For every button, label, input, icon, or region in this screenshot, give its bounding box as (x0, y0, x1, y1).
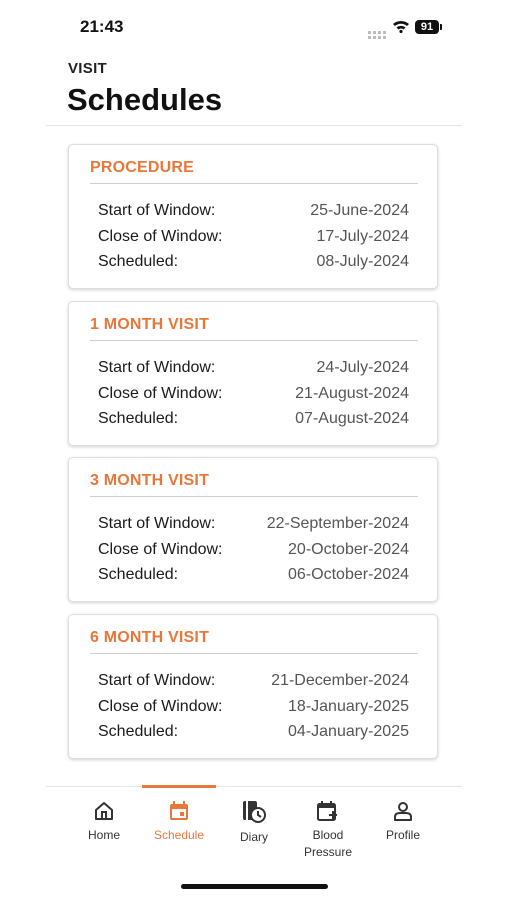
scheduled-row: Scheduled: 06-October-2024 (98, 566, 409, 588)
row-label: Close of Window: (98, 228, 223, 245)
status-time: 21:43 (80, 17, 124, 36)
card-divider (90, 653, 418, 654)
cellular-signal-icon (368, 26, 388, 44)
tab-active-indicator (142, 785, 216, 788)
person-icon (366, 800, 440, 822)
row-label: Start of Window: (98, 359, 216, 376)
calendar-plus-icon (291, 800, 365, 822)
tab-profile[interactable]: Profile (366, 800, 440, 844)
visit-card-title: 3 MONTH VISIT (90, 472, 210, 489)
scheduled-row: Scheduled: 07-August-2024 (98, 410, 409, 432)
tab-home[interactable]: Home (67, 800, 141, 844)
row-value: 22-September-2024 (266, 515, 409, 532)
tab-label: Diary (239, 830, 268, 844)
start-of-window-row: Start of Window: 21-December-2024 (98, 672, 409, 694)
card-divider (90, 496, 418, 497)
row-label: Close of Window: (98, 385, 223, 402)
diary-clock-icon (217, 800, 291, 824)
home-indicator[interactable] (181, 884, 328, 889)
row-value: 20-October-2024 (288, 541, 409, 558)
row-value: 21-December-2024 (271, 672, 409, 689)
battery-icon: 91 (415, 20, 439, 34)
tab-label: Schedule (153, 828, 205, 842)
visit-card-procedure[interactable]: PROCEDURE Start of Window: 25-June-2024 … (68, 144, 438, 289)
start-of-window-row: Start of Window: 25-June-2024 (98, 202, 409, 224)
scheduled-row: Scheduled: 04-January-2025 (98, 723, 409, 745)
card-divider (90, 340, 418, 341)
card-divider (90, 183, 418, 184)
page-subtitle: VISIT (68, 60, 108, 77)
row-label: Scheduled: (98, 723, 179, 740)
wifi-icon (392, 19, 410, 38)
visit-card-title: 1 MONTH VISIT (90, 316, 210, 333)
row-value: 17-July-2024 (316, 228, 410, 245)
row-label: Scheduled: (98, 410, 179, 427)
tab-blood-pressure[interactable]: Blood Pressure (291, 800, 365, 861)
calendar-icon (142, 800, 216, 822)
status-bar: 21:43 91 (0, 0, 507, 50)
row-label: Scheduled: (98, 566, 179, 583)
row-value: 07-August-2024 (295, 410, 409, 427)
scheduled-row: Scheduled: 08-July-2024 (98, 253, 409, 275)
visit-card-6-month[interactable]: 6 MONTH VISIT Start of Window: 21-Decemb… (68, 614, 438, 759)
row-value: 08-July-2024 (316, 253, 410, 270)
page-title: Schedules (67, 82, 223, 117)
tab-label: Home (87, 828, 120, 842)
start-of-window-row: Start of Window: 24-July-2024 (98, 359, 409, 381)
close-of-window-row: Close of Window: 18-January-2025 (98, 698, 409, 720)
start-of-window-row: Start of Window: 22-September-2024 (98, 515, 409, 537)
visit-card-3-month[interactable]: 3 MONTH VISIT Start of Window: 22-Septem… (68, 457, 438, 602)
tab-schedule[interactable]: Schedule (142, 800, 216, 844)
row-label: Start of Window: (98, 672, 216, 689)
row-label: Start of Window: (98, 202, 216, 219)
visit-card-1-month[interactable]: 1 MONTH VISIT Start of Window: 24-July-2… (68, 301, 438, 446)
visit-card-title: 6 MONTH VISIT (90, 629, 210, 646)
row-value: 25-June-2024 (310, 202, 409, 219)
visit-card-title: PROCEDURE (90, 159, 195, 176)
row-label: Close of Window: (98, 698, 223, 715)
row-value: 24-July-2024 (316, 359, 410, 376)
row-value: 04-January-2025 (288, 723, 409, 740)
row-label: Close of Window: (98, 541, 223, 558)
close-of-window-row: Close of Window: 17-July-2024 (98, 228, 409, 250)
close-of-window-row: Close of Window: 20-October-2024 (98, 541, 409, 563)
close-of-window-row: Close of Window: 21-August-2024 (98, 385, 409, 407)
row-label: Scheduled: (98, 253, 179, 270)
row-value: 06-October-2024 (288, 566, 409, 583)
row-value: 18-January-2025 (288, 698, 409, 715)
tab-label: Profile (385, 828, 420, 842)
row-label: Start of Window: (98, 515, 216, 532)
tab-label: Blood Pressure (303, 828, 353, 859)
home-icon (67, 800, 141, 822)
tab-diary[interactable]: Diary (217, 800, 291, 846)
header-divider (46, 125, 462, 126)
battery-tip (440, 24, 442, 30)
tab-bar-divider (46, 786, 462, 787)
row-value: 21-August-2024 (295, 385, 409, 402)
